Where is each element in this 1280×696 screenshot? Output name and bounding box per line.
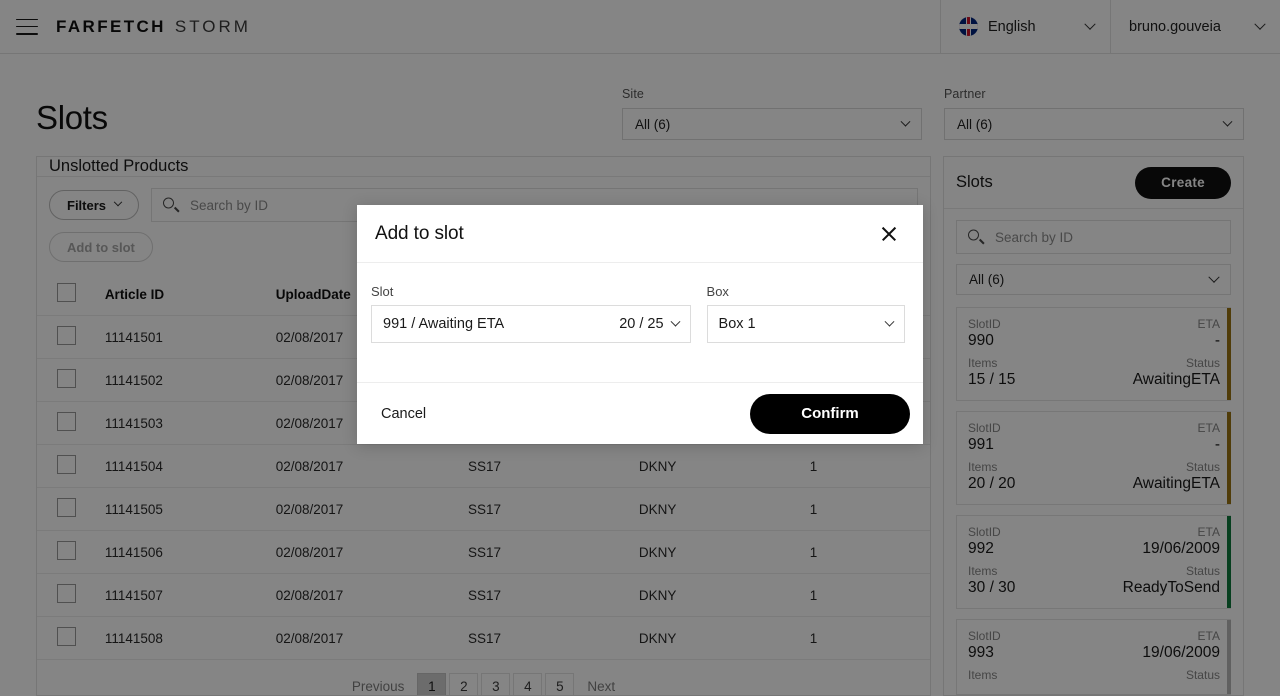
modal-box-field: Box Box 1 (706, 284, 905, 382)
modal-body: Slot 991 / Awaiting ETA 20 / 25 Box Box … (357, 263, 923, 382)
modal-header: Add to slot (357, 205, 923, 263)
modal-box-label: Box (706, 284, 729, 299)
modal-slot-value: 991 / Awaiting ETA (383, 316, 505, 332)
modal-slot-select[interactable]: 991 / Awaiting ETA 20 / 25 (371, 305, 691, 343)
add-to-slot-modal: Add to slot Slot 991 / Awaiting ETA 20 /… (357, 205, 923, 444)
chevron-down-icon (884, 316, 895, 327)
modal-slot-field: Slot 991 / Awaiting ETA 20 / 25 (371, 284, 691, 382)
modal-slot-label: Slot (371, 284, 394, 299)
modal-title: Add to slot (375, 222, 464, 244)
confirm-button[interactable]: Confirm (750, 393, 910, 434)
modal-box-value: Box 1 (718, 316, 756, 332)
cancel-button[interactable]: Cancel (377, 400, 430, 428)
chevron-down-icon (670, 316, 680, 327)
modal-footer: Cancel Confirm (357, 382, 923, 444)
close-icon[interactable] (877, 222, 901, 246)
modal-box-select[interactable]: Box 1 (706, 305, 905, 343)
modal-slot-capacity: 20 / 25 (619, 316, 664, 332)
